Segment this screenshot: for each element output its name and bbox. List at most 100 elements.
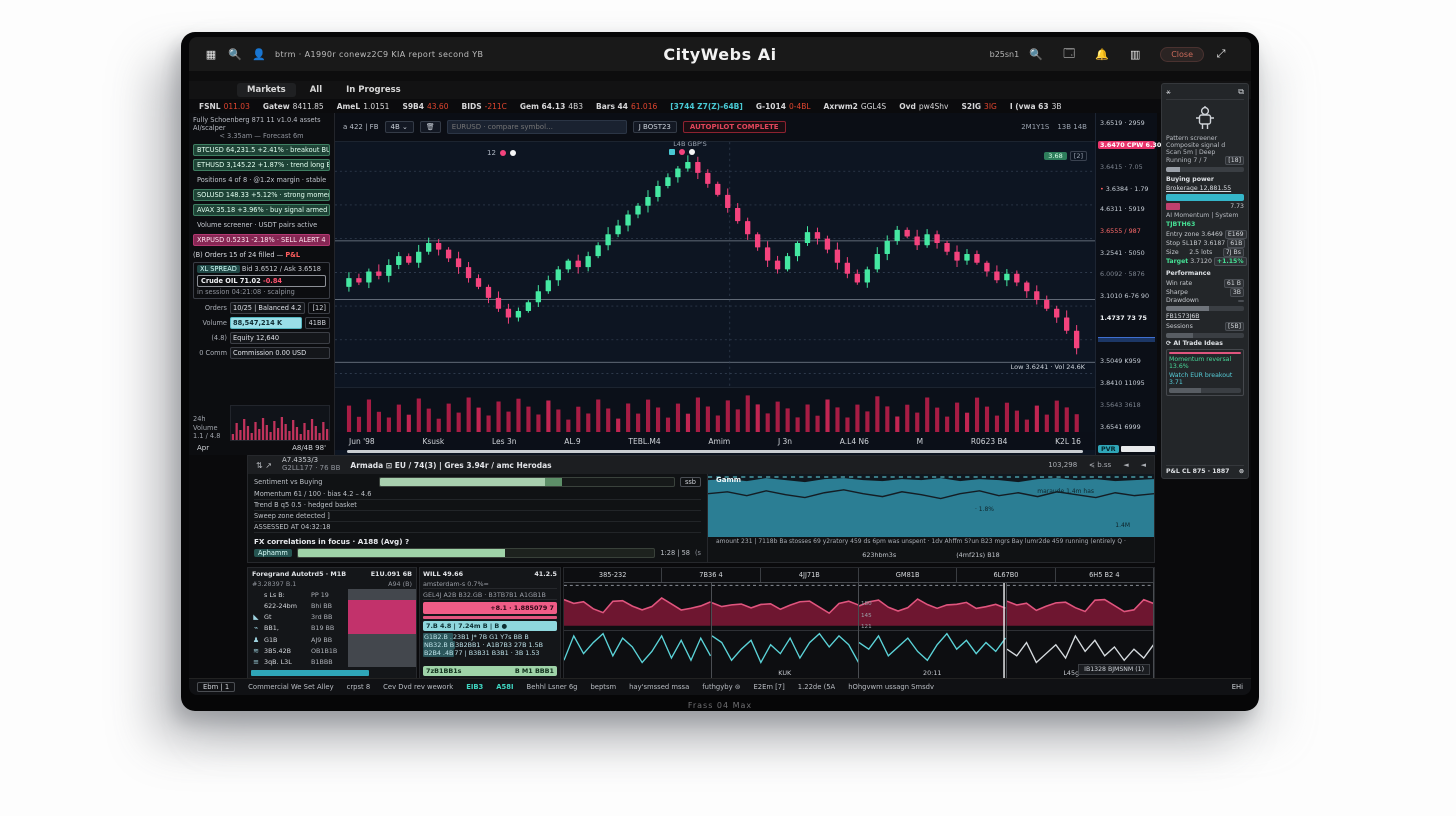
position-row[interactable]: ⌁BB1,B19 BB xyxy=(248,623,416,634)
sessions-chip[interactable]: [5B] xyxy=(1225,322,1244,331)
collapse-icon[interactable]: ⊜ xyxy=(1239,468,1244,475)
watchlist-row[interactable]: XRPUSD 0.5231 -2.18% · SELL ALERT 4 xyxy=(193,234,330,246)
order-field[interactable]: Stop 5L1B73.618761B xyxy=(1166,239,1244,248)
status-item[interactable]: beptsm xyxy=(590,683,616,691)
search-icon[interactable]: 🔍 xyxy=(227,47,243,61)
ticker-item[interactable]: FSNL011.03 xyxy=(199,102,250,111)
autopilot-status-chip[interactable]: AUTOPILOT COMPLETE xyxy=(683,121,786,133)
idea-2[interactable]: Watch EUR breakout 3.71 xyxy=(1169,372,1241,386)
order-field-chip[interactable]: 61B xyxy=(1227,239,1245,248)
mini-chart-header[interactable]: 7B36 4 xyxy=(662,568,760,582)
ticker-item[interactable]: AmeL1.0151 xyxy=(337,102,390,111)
tab-all[interactable]: All xyxy=(300,83,332,97)
order-field-chip[interactable]: +1.15% xyxy=(1214,257,1247,266)
mini-chart-header[interactable]: 6L67B0 xyxy=(957,568,1055,582)
order-field-chip[interactable]: 7J Bs xyxy=(1223,248,1244,257)
order-field-chip[interactable]: E169 xyxy=(1225,230,1247,239)
order-field[interactable]: Size2.5 lots7J Bs xyxy=(1166,248,1244,257)
alert-banner[interactable]: +8.1 · 1.885079 7 xyxy=(423,602,557,614)
trash-icon[interactable]: 🗑 xyxy=(420,121,441,133)
prev-arrow-icon[interactable]: ◄ xyxy=(1123,461,1128,469)
indicator-chip[interactable]: J BOST23 xyxy=(633,121,677,133)
assistant-chip[interactable]: [18] xyxy=(1225,156,1244,165)
chart-scrollbar[interactable] xyxy=(347,450,1083,453)
mini-chart-svg[interactable] xyxy=(859,583,1006,678)
pl-link[interactable]: FB1573J6B xyxy=(1166,313,1244,320)
ticker-item[interactable]: Bars 4461.016 xyxy=(596,102,657,111)
watchlist-row[interactable]: AVAX 35.18 +3.96% · buy signal armed xyxy=(193,204,330,216)
profile-icon[interactable]: 👤 xyxy=(251,47,267,61)
ticker-item[interactable]: G-10140-4BL xyxy=(756,102,811,111)
timeframe-dropdown[interactable]: 4B ⌄ xyxy=(385,121,414,133)
share-icon[interactable]: ⧉ xyxy=(1238,87,1244,97)
symbol-search-input[interactable] xyxy=(447,120,627,134)
strategy-chip[interactable]: Aphamm xyxy=(254,549,292,557)
status-item[interactable]: A58I xyxy=(496,683,513,691)
close-button[interactable]: Close xyxy=(1160,47,1204,62)
status-mode-box[interactable]: Ebm | 1 xyxy=(197,682,235,692)
brokerage-link[interactable]: Brokerage 12,881.55 xyxy=(1166,185,1244,192)
position-row[interactable]: ≡3qB. L3LB1BBB xyxy=(248,657,416,668)
watchlist-row[interactable]: Positions 4 of 8 · @1.2x margin · stable xyxy=(193,174,330,186)
mini-volume-chart[interactable] xyxy=(230,405,330,441)
axis-bottom-widget[interactable]: PVR xyxy=(1098,445,1155,453)
watchlist-row[interactable]: SOLUSD 148.33 +5.12% · strong momentum xyxy=(193,189,330,201)
position-row[interactable]: ♟G1BAJ9 BB xyxy=(248,634,416,645)
watchlist-row[interactable]: BTCUSD 64,231.5 +2.41% · breakout BUY xyxy=(193,144,330,156)
status-item[interactable]: Cev Dvd rev wework xyxy=(383,683,453,691)
ticker-item[interactable]: BIDS-211C xyxy=(461,102,506,111)
tab-in-progress[interactable]: In Progress xyxy=(336,83,411,97)
depth-chart-svg[interactable] xyxy=(708,474,1154,537)
sentiment-box[interactable]: ssb xyxy=(680,477,701,487)
quote-chip-row[interactable]: 7.B 4.8 | 7.24m B | B ● xyxy=(423,621,557,631)
range-label[interactable]: 2M1Y1S xyxy=(1021,123,1049,131)
window-icon[interactable]: 🗔 xyxy=(1061,47,1077,61)
ticker-item[interactable]: Gatew8411.85 xyxy=(263,102,324,111)
field-value[interactable]: Equity 12,640 xyxy=(230,332,330,344)
mini-chart-header[interactable]: 4JJ71B xyxy=(761,568,859,582)
ticker-item[interactable]: Axrwm2GGL4S xyxy=(824,102,887,111)
watchlist-row[interactable]: ETHUSD 3,145.22 +1.87% · trend long BUY xyxy=(193,159,330,171)
mini-chart-header[interactable]: GM81B xyxy=(859,568,957,582)
status-item[interactable]: EIB3 xyxy=(466,683,483,691)
mid-tools-label[interactable]: ≼ b.ss xyxy=(1089,461,1111,469)
mini-chart-header[interactable]: 6H5 B2 4 xyxy=(1056,568,1154,582)
ticker-item[interactable]: [3744 Z7(Z)-64B] xyxy=(670,102,743,111)
ticker-item[interactable]: I (vwa 633B xyxy=(1010,102,1062,111)
resize-icon[interactable]: ⇅ ↗ xyxy=(256,461,272,470)
date-axis[interactable]: Jun '98KsuskLes 3nAL.9TEBL.M4AmimJ 3nA.L… xyxy=(335,432,1095,450)
status-item[interactable]: hOhgvwm ussagn Smsdv xyxy=(848,683,934,691)
app-logo-icon[interactable]: ▦ xyxy=(203,47,219,61)
position-row[interactable]: s Ls B:PP 19 xyxy=(248,589,416,600)
order-field[interactable]: Target3.7120+1.15% xyxy=(1166,257,1244,266)
status-item[interactable]: futhgyby ⊜ xyxy=(702,683,740,691)
field-value[interactable]: Commission 0.00 USD xyxy=(230,347,330,359)
chart-corner-label[interactable]: IB1328 BJMSNM (1) xyxy=(1078,664,1150,675)
position-row[interactable]: ≋3B5.42BOB1B1B xyxy=(248,645,416,656)
orderbook-footer[interactable]: 7zB1BB1s B M1 BBB1 xyxy=(423,666,557,676)
mini-chart-cell[interactable] xyxy=(564,583,712,678)
watchlist-detail-card[interactable]: XL SPREAD Bid 3.6512 / Ask 3.6518 Crude … xyxy=(193,262,330,299)
tab-markets[interactable]: Markets xyxy=(237,83,296,97)
position-row[interactable]: ◣Gt3rd BB xyxy=(248,612,416,623)
mini-chart-svg[interactable] xyxy=(712,583,859,678)
field-value[interactable]: 88,547,214 K xyxy=(230,317,302,329)
status-item[interactable]: crpst 8 xyxy=(347,683,371,691)
ticker-item[interactable]: S9B443.60 xyxy=(402,102,448,111)
ai-ideas-box[interactable]: Momentum reversal 13.6% Watch EUR breako… xyxy=(1166,349,1244,396)
mini-chart-header[interactable]: 385-232 xyxy=(564,568,662,582)
search-icon-right[interactable]: 🔍 xyxy=(1028,47,1044,61)
candlestick-chart[interactable] xyxy=(335,142,1095,387)
legend-series-2[interactable] xyxy=(669,149,695,155)
mini-chart-cell[interactable]: KUK xyxy=(712,583,860,678)
ticker-item[interactable]: Gem 64.134B3 xyxy=(520,102,583,111)
depth-chart[interactable]: Gamm maraude 1.4m has · 1.8% 1.4M xyxy=(708,474,1154,537)
grid-layout-icon[interactable]: ▥ xyxy=(1127,47,1143,61)
status-right-label[interactable]: EHi xyxy=(1232,683,1243,691)
axis-scrollbar[interactable] xyxy=(1121,446,1155,452)
status-item[interactable]: hay'smssed mssa xyxy=(629,683,689,691)
status-item[interactable]: 1.22de (5A xyxy=(798,683,835,691)
watchlist-row[interactable]: Volume screener · USDT pairs active xyxy=(193,219,330,231)
field-chip[interactable]: 41BB xyxy=(305,317,330,329)
fullscreen-icon[interactable]: ⤢ xyxy=(1213,47,1229,61)
